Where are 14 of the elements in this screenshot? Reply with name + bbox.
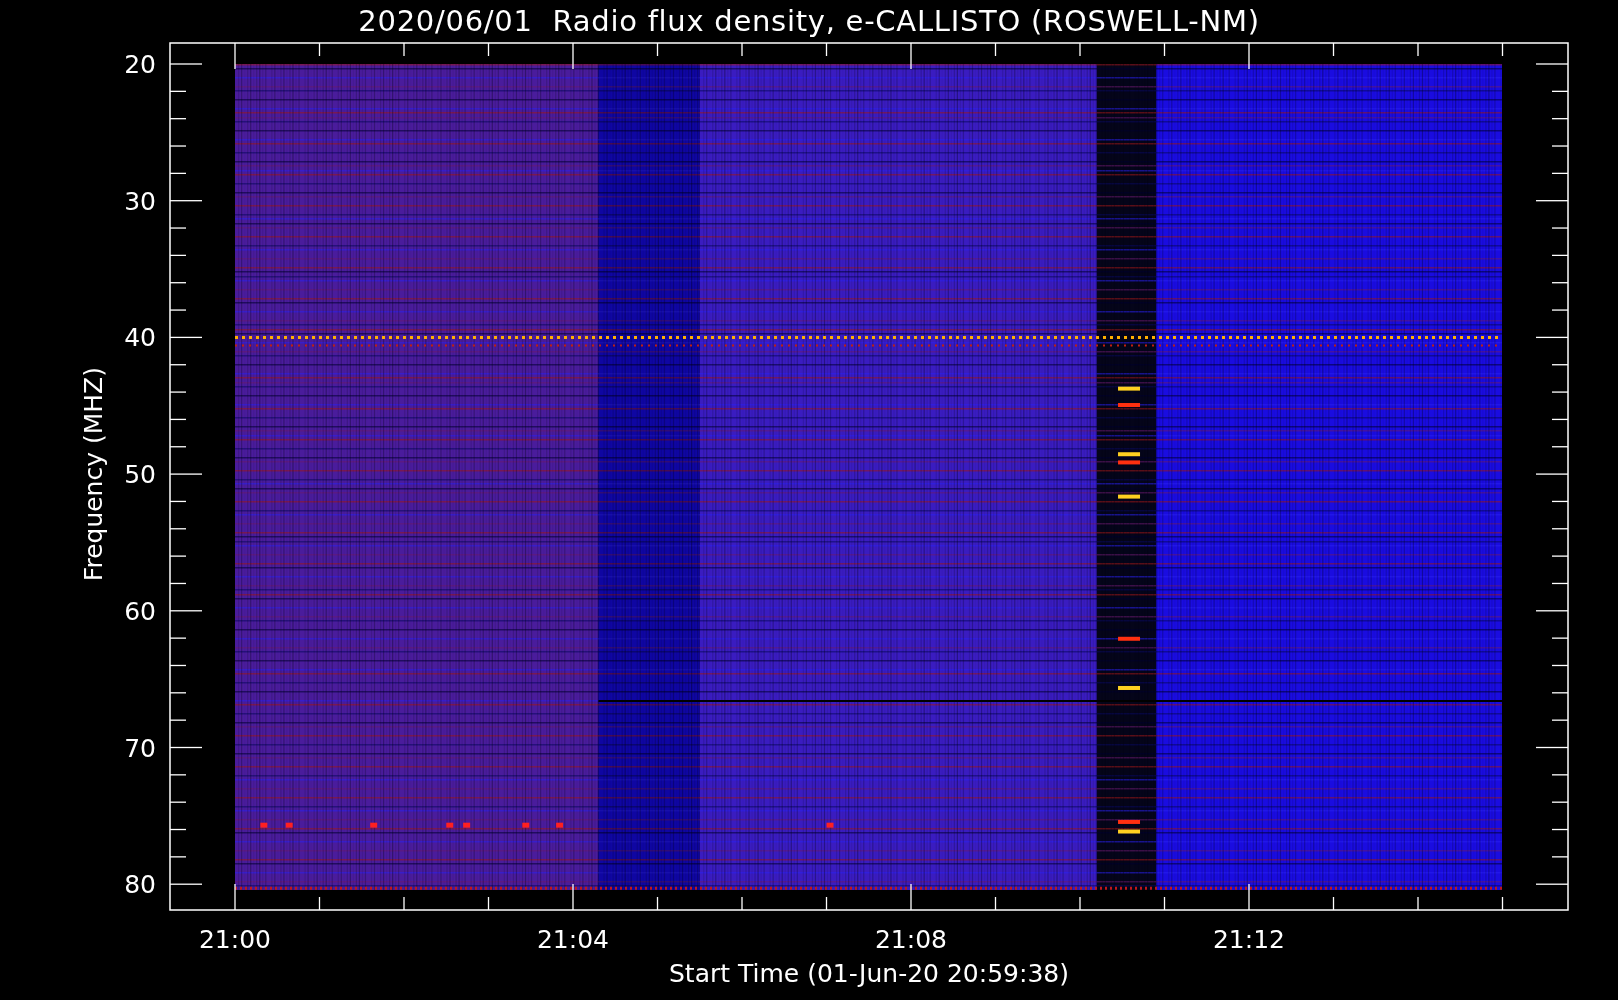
- y-tick-label: 20: [124, 50, 156, 79]
- x-tick-label: 21:04: [537, 925, 609, 954]
- y-tick-label: 50: [124, 460, 156, 490]
- chart-title: 2020/06/01 Radio flux density, e-CALLISTO (ROSWELL-NM): [358, 3, 1260, 40]
- x-tick-label: 21:12: [1213, 925, 1285, 954]
- y-axis-label: Frequency (MHZ): [79, 367, 108, 582]
- x-tick-label: 21:08: [875, 925, 947, 954]
- y-tick-label: 60: [124, 596, 156, 626]
- x-tick-label: 21:00: [199, 925, 271, 954]
- y-tick-label: 80: [124, 870, 156, 900]
- y-tick-label: 40: [124, 323, 156, 353]
- x-axis-label: Start Time (01-Jun-20 20:59:38): [669, 959, 1069, 988]
- y-tick-label: 70: [124, 733, 156, 763]
- y-tick-label: 30: [124, 186, 156, 216]
